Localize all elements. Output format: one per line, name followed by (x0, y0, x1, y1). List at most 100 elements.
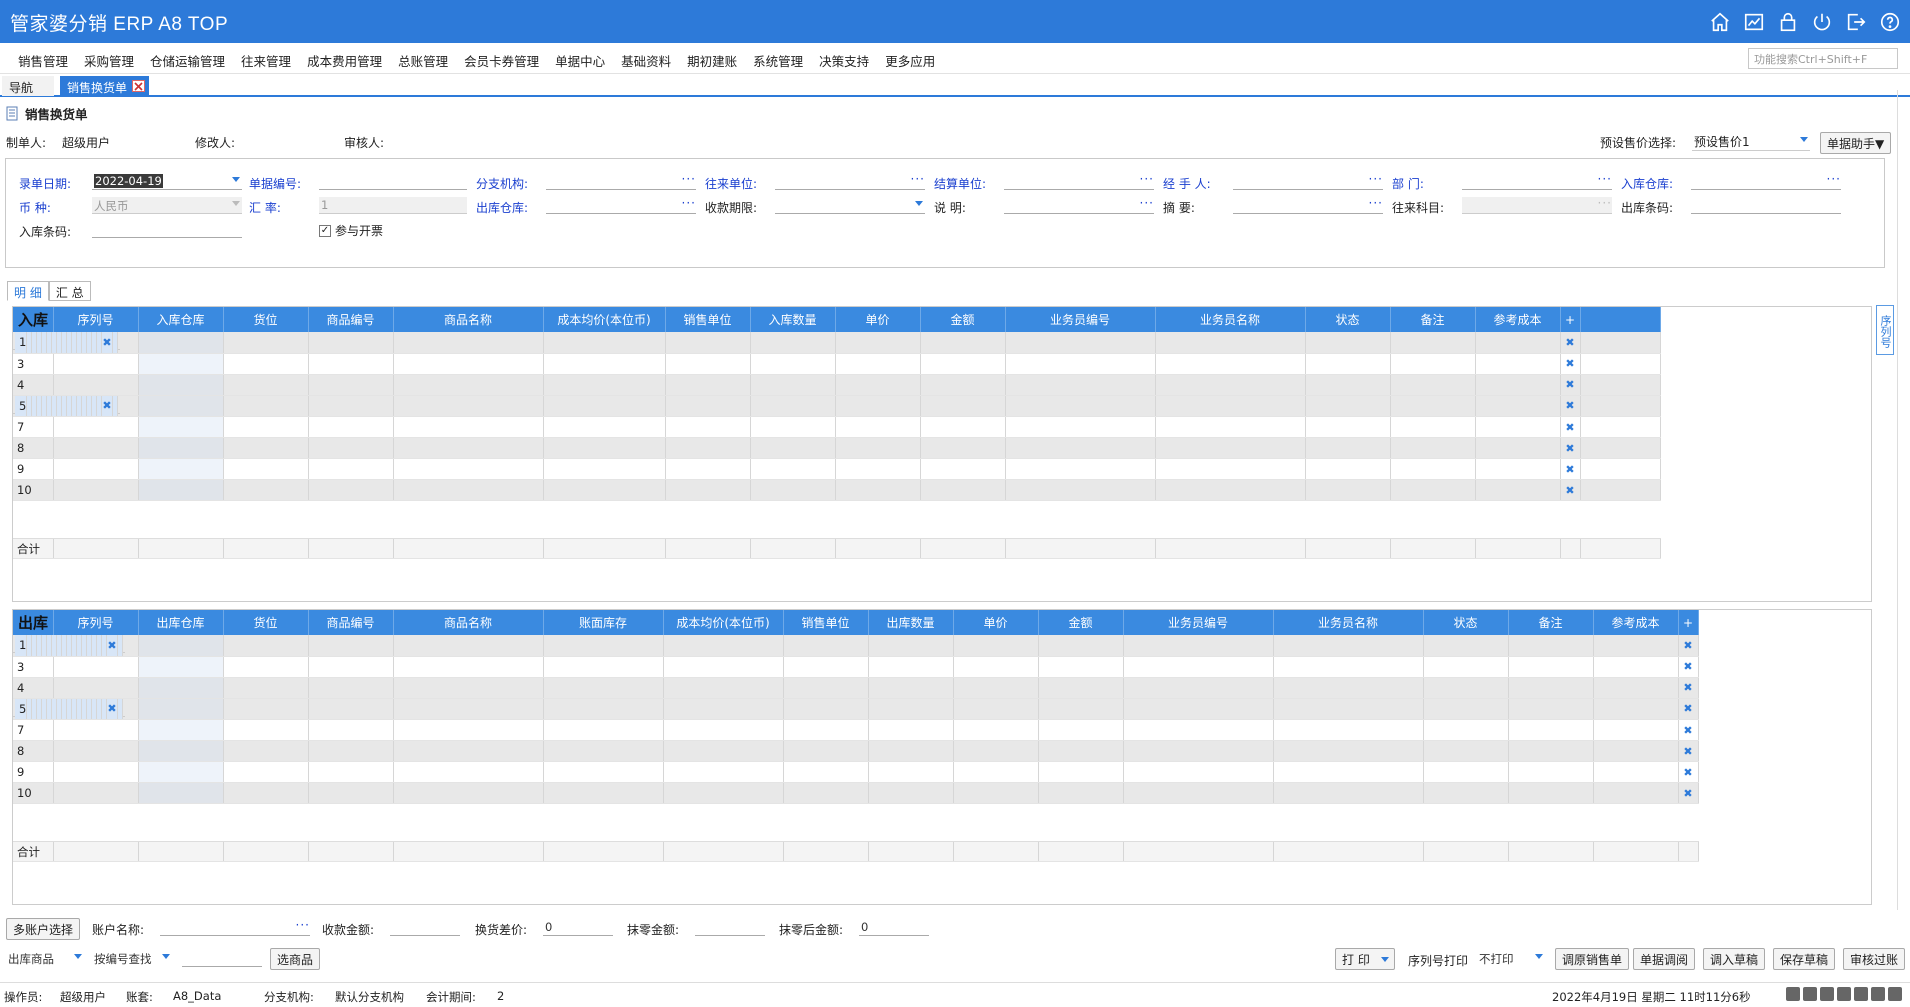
grid-cell[interactable] (1038, 677, 1124, 699)
tab-sales-exchange[interactable]: 销售换货单 (60, 76, 150, 96)
grid-cell[interactable] (308, 332, 394, 354)
grid-cell[interactable] (138, 416, 224, 438)
grid-cell[interactable] (1305, 416, 1391, 438)
grid-cell[interactable] (783, 635, 869, 657)
multi-account-button[interactable]: 多账户选择 (6, 918, 81, 940)
table-row[interactable]: 2✖ (13, 332, 1661, 354)
grid-cell[interactable] (393, 698, 544, 720)
grid-cell[interactable] (783, 698, 869, 720)
delete-row-icon[interactable]: ✖ (1678, 698, 1699, 720)
grid-cell[interactable] (543, 740, 664, 762)
home-small-icon[interactable] (1888, 987, 1902, 1001)
grid-cell[interactable] (868, 656, 954, 678)
grid-cell[interactable] (665, 395, 751, 417)
grid-cell[interactable] (138, 740, 224, 762)
grid-cell[interactable] (953, 740, 1039, 762)
grid-cell[interactable] (543, 458, 666, 480)
round-field[interactable] (695, 919, 765, 936)
grid-cell[interactable] (223, 698, 309, 720)
grid-cell[interactable] (1423, 656, 1509, 678)
apps-icon[interactable] (1854, 987, 1868, 1001)
grid-cell[interactable] (868, 635, 954, 657)
menu-item-6[interactable]: 会员卡券管理 (456, 51, 547, 70)
grid-cell[interactable] (543, 332, 666, 354)
table-row[interactable]: 7 ✖ (13, 416, 1661, 438)
grid-cell[interactable] (1593, 740, 1679, 762)
menu-item-4[interactable]: 成本费用管理 (299, 51, 390, 70)
grid-cell[interactable] (868, 782, 954, 804)
grid-cell[interactable] (920, 332, 1006, 354)
grid-cell[interactable] (308, 782, 394, 804)
grid-cell[interactable] (53, 719, 139, 741)
table-row[interactable]: 6✖ (13, 698, 1699, 720)
grid-cell[interactable] (308, 374, 394, 396)
grid-cell[interactable] (835, 395, 921, 417)
grid-cell[interactable] (1508, 698, 1594, 720)
grid-cell[interactable] (223, 395, 309, 417)
grid-cell[interactable] (1475, 479, 1561, 501)
grid-cell[interactable] (543, 782, 664, 804)
grid-cell[interactable] (53, 437, 139, 459)
function-search-input[interactable]: 功能搜索Ctrl+Shift+F (1748, 48, 1898, 69)
grid-cell[interactable] (663, 698, 784, 720)
grid-cell[interactable] (1038, 698, 1124, 720)
table-row[interactable]: 3 ✖ (13, 656, 1699, 678)
delete-row-icon[interactable]: ✖ (1678, 782, 1699, 804)
grid-cell[interactable] (868, 698, 954, 720)
grid-cell[interactable] (1273, 698, 1424, 720)
grid-cell[interactable] (1475, 374, 1561, 396)
grid-cell[interactable] (1423, 719, 1509, 741)
grid-cell[interactable] (223, 782, 309, 804)
table-row[interactable]: 1 ✖ (13, 635, 125, 657)
delete-row-icon[interactable]: ✖ (1560, 332, 1581, 354)
table-row[interactable]: 2✖ (13, 635, 1699, 657)
grid-cell[interactable] (308, 416, 394, 438)
grid-cell[interactable] (393, 332, 544, 354)
grid-cell[interactable] (783, 656, 869, 678)
grid-cell[interactable] (393, 479, 544, 501)
ellipsis-icon[interactable]: ··· (682, 172, 696, 186)
delete-row-icon[interactable]: ✖ (106, 635, 118, 657)
grid-cell[interactable] (783, 740, 869, 762)
grid-cell[interactable] (1155, 416, 1306, 438)
grid-cell[interactable] (1390, 395, 1476, 417)
grid-cell[interactable] (1273, 782, 1424, 804)
outwh-field[interactable]: ··· (546, 196, 696, 214)
grid-cell[interactable] (1038, 782, 1124, 804)
grid-cell[interactable] (1038, 761, 1124, 783)
grid-cell[interactable] (138, 635, 224, 657)
grid-cell[interactable] (835, 353, 921, 375)
inbar-field[interactable] (92, 221, 242, 238)
grid-cell[interactable] (1508, 677, 1594, 699)
table-row[interactable]: 3 ✖ (13, 353, 1661, 375)
grid-cell[interactable] (1390, 374, 1476, 396)
grid-cell[interactable] (308, 395, 394, 417)
term-select[interactable] (775, 197, 925, 214)
grid-cell[interactable] (1475, 437, 1561, 459)
grid-cell[interactable] (1273, 656, 1424, 678)
grid-cell[interactable] (53, 479, 139, 501)
grid-cell[interactable] (543, 374, 666, 396)
grid-cell[interactable] (953, 656, 1039, 678)
grid-cell[interactable] (138, 656, 224, 678)
grid-cell[interactable] (1593, 719, 1679, 741)
grid-cell[interactable] (665, 458, 751, 480)
grid-cell[interactable] (953, 782, 1039, 804)
action-button-1[interactable]: 单据调阅 (1633, 948, 1696, 970)
grid-cell[interactable] (1508, 782, 1594, 804)
delete-row-icon[interactable]: ✖ (1678, 656, 1699, 678)
grid-cell[interactable] (750, 479, 836, 501)
grid-cell[interactable] (53, 761, 139, 783)
print-button[interactable]: 打 印 (1335, 948, 1395, 970)
grid-cell[interactable] (393, 416, 544, 438)
grid-cell[interactable] (920, 395, 1006, 417)
grid-cell[interactable] (1593, 761, 1679, 783)
chart-icon[interactable] (1742, 10, 1766, 34)
menu-item-7[interactable]: 单据中心 (547, 51, 613, 70)
grid-cell[interactable] (53, 656, 139, 678)
lock-icon[interactable] (1776, 10, 1800, 34)
grid-cell[interactable] (663, 761, 784, 783)
table-row[interactable]: 5 ✖ (13, 395, 120, 417)
grid-cell[interactable] (663, 635, 784, 657)
grid-cell[interactable] (1155, 458, 1306, 480)
